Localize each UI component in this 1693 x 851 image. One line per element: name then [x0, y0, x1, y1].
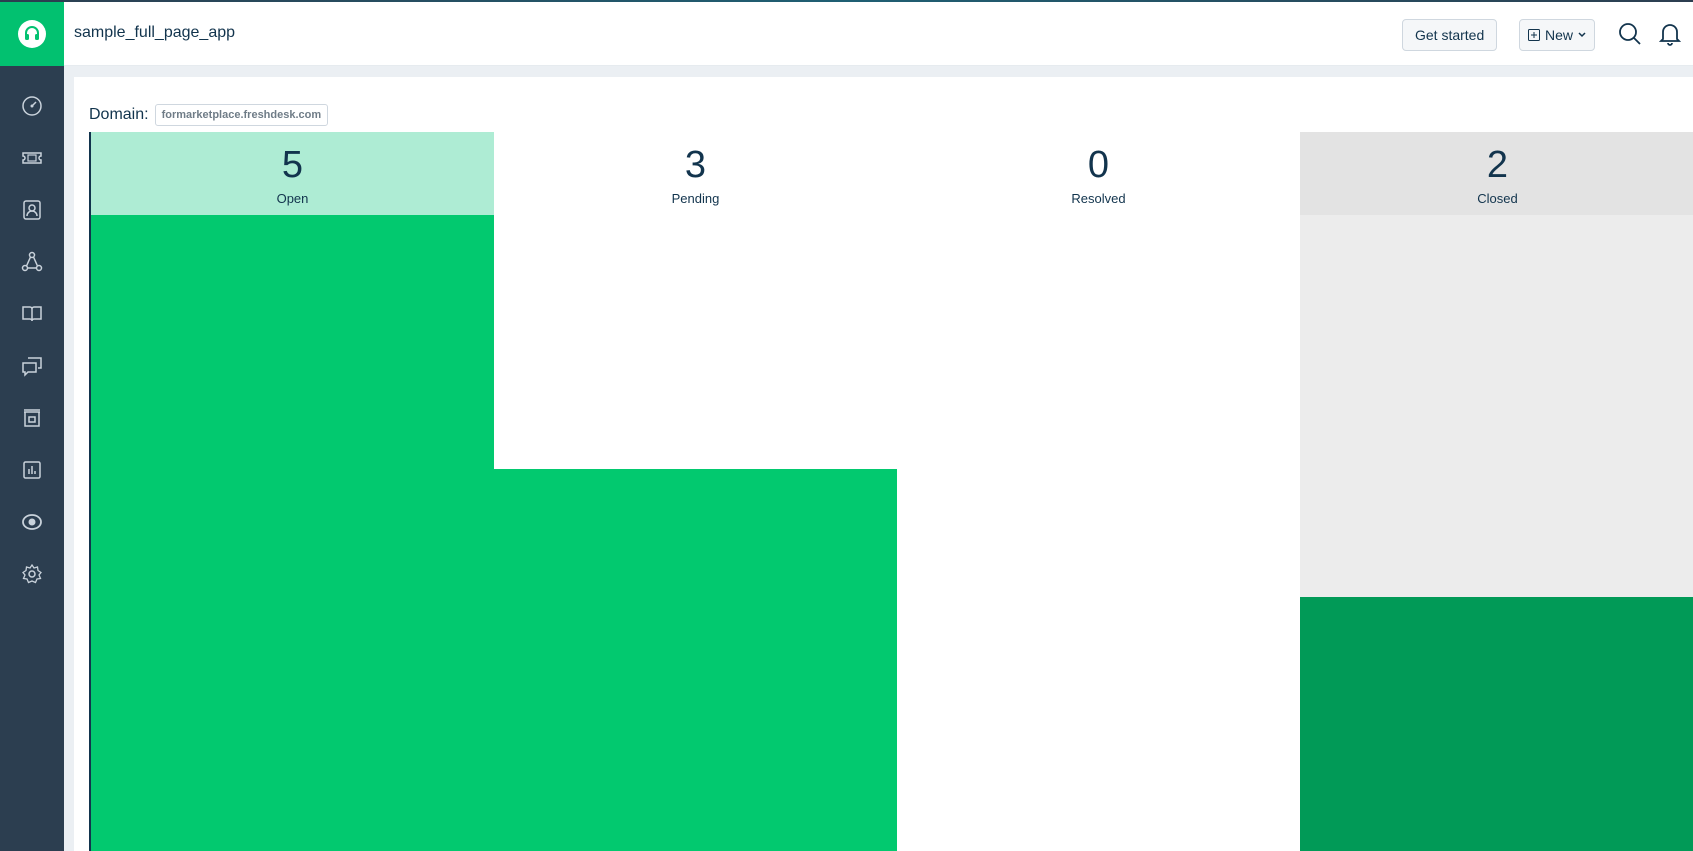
- headset-icon: [18, 20, 46, 48]
- sidebar-nav: [0, 80, 64, 600]
- store-icon: [24, 409, 40, 427]
- search-icon: [1619, 23, 1641, 45]
- status-label: Open: [276, 191, 309, 206]
- eye-icon: [22, 514, 42, 530]
- column-header: 5 Open: [91, 132, 494, 215]
- sidebar-item-groups[interactable]: [0, 236, 64, 288]
- sidebar-item-reports[interactable]: [0, 444, 64, 496]
- new-button-label: New: [1545, 27, 1574, 43]
- gauge-icon: [22, 96, 42, 116]
- sidebar-item-social[interactable]: [0, 392, 64, 444]
- status-column-closed: 2 Closed: [1300, 132, 1693, 851]
- column-header: 3 Pending: [494, 132, 897, 215]
- bar-pending: [494, 469, 897, 851]
- contact-icon: [23, 200, 41, 220]
- network-icon: [21, 251, 43, 272]
- bell-icon: [1659, 24, 1681, 46]
- status-label: Closed: [1477, 191, 1518, 206]
- status-count: 5: [281, 144, 304, 186]
- sidebar-item-tickets[interactable]: [0, 132, 64, 184]
- bar-chart-icon: [23, 461, 41, 479]
- status-count: 0: [1087, 144, 1110, 186]
- ticket-status-chart: 5 Open 3 Pending 0 Resolved 2 Closed: [89, 132, 1693, 851]
- sidebar-item-solutions[interactable]: [0, 288, 64, 340]
- new-button[interactable]: New: [1519, 19, 1596, 51]
- domain-label: Domain:: [89, 106, 149, 123]
- get-started-button[interactable]: Get started: [1402, 19, 1498, 51]
- chevron-down-icon: [1578, 32, 1586, 38]
- app-logo[interactable]: [0, 2, 64, 66]
- sidebar-item-apps[interactable]: [0, 496, 64, 548]
- column-header: 2 Closed: [1300, 132, 1693, 215]
- status-count: 3: [684, 144, 707, 186]
- column-body: [494, 215, 897, 851]
- ticket-icon: [22, 152, 42, 164]
- bar-open: [91, 215, 494, 851]
- status-label: Pending: [671, 191, 720, 206]
- book-icon: [22, 306, 42, 322]
- plus-square-icon: [1528, 29, 1540, 41]
- chat-icon: [22, 357, 42, 377]
- status-column-pending: 3 Pending: [494, 132, 897, 851]
- sidebar-item-forums[interactable]: [0, 340, 64, 392]
- notifications-button[interactable]: [1656, 20, 1684, 48]
- domain-row: Domain: formarketplace.freshdesk.com: [89, 104, 329, 126]
- search-button[interactable]: [1616, 20, 1644, 48]
- sidebar-item-contacts[interactable]: [0, 184, 64, 236]
- sidebar-item-dashboard[interactable]: [0, 80, 64, 132]
- status-column-open: 5 Open: [91, 132, 494, 851]
- bar-closed: [1300, 597, 1693, 851]
- domain-value: formarketplace.freshdesk.com: [154, 104, 329, 126]
- column-header: 0 Resolved: [897, 132, 1300, 215]
- sidebar: [0, 0, 64, 851]
- gear-icon: [22, 563, 42, 584]
- status-label: Resolved: [1071, 191, 1126, 206]
- status-count: 2: [1486, 144, 1509, 186]
- sidebar-item-admin[interactable]: [0, 548, 64, 600]
- main-content: Domain: formarketplace.freshdesk.com 5 O…: [74, 77, 1693, 851]
- status-column-resolved: 0 Resolved: [897, 132, 1300, 851]
- app-title: sample_full_page_app: [74, 24, 236, 41]
- column-body: [897, 215, 1300, 851]
- column-body: [1300, 215, 1693, 851]
- top-header: sample_full_page_app Get started New: [64, 2, 1693, 66]
- column-body: [91, 215, 494, 851]
